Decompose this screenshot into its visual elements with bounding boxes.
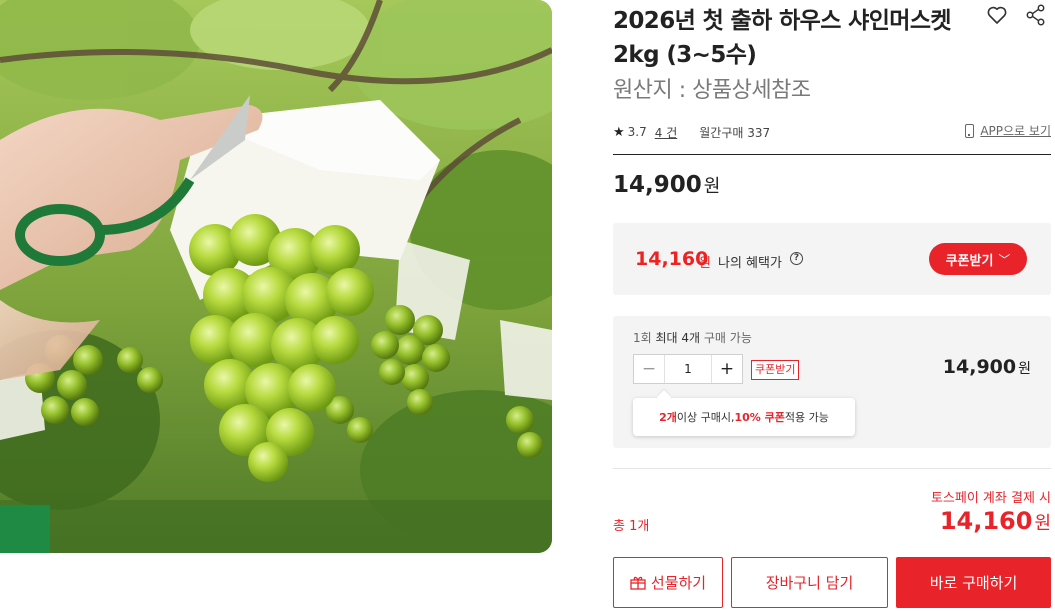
toss-pay-note: 토스페이 계좌 결제 시: [930, 491, 1051, 506]
action-buttons: 선물하기 장바구니 담기 바로 구매하기: [613, 557, 1051, 608]
info-icon[interactable]: ?: [790, 252, 803, 265]
limit-suffix: 구매 가능: [700, 331, 752, 345]
review-count-link[interactable]: 4 건: [655, 124, 678, 141]
product-image: [0, 0, 552, 553]
divider: [613, 468, 1051, 469]
divider: [613, 154, 1051, 155]
coupon-tag-button[interactable]: 쿠폰받기: [751, 360, 800, 380]
total-price: 14,160 원: [940, 507, 1051, 535]
rating-value: 3.7: [627, 125, 647, 139]
quantity-stepper: − 1 +: [633, 354, 743, 384]
total-price-amount: 14,160: [939, 507, 1033, 535]
tooltip-coupon: 10% 쿠폰: [734, 411, 785, 424]
tooltip-qty: 2개: [659, 411, 677, 424]
option-price-amount: 14,900: [942, 356, 1017, 378]
tooltip-text2: 적용 가능: [784, 411, 829, 424]
gift-button[interactable]: 선물하기: [613, 557, 723, 608]
monthly-purchases: 월간구매 337: [699, 125, 771, 140]
benefit-label: 나의 혜택가: [718, 256, 782, 271]
benefit-box: 14,160 원 나의 혜택가 ? 쿠폰받기 ﹀: [613, 223, 1051, 295]
quantity-input[interactable]: 1: [664, 355, 712, 383]
product-origin: 원산지 : 상품상세참조: [613, 78, 811, 103]
gift-icon: [630, 576, 646, 590]
product-info-panel: 2026년 첫 출하 하우스 샤인머스켓 2kg (3~5수) 원산지 : 상품…: [613, 0, 1051, 611]
star-icon: ★: [613, 124, 625, 140]
limit-max: 최대 4개: [655, 331, 701, 345]
coupon-tooltip: 2개 이상 구매시, 10% 쿠폰 적용 가능: [633, 398, 855, 436]
product-title: 2026년 첫 출하 하우스 샤인머스켓 2kg (3~5수): [613, 8, 952, 68]
quantity-plus-button[interactable]: +: [712, 355, 742, 383]
rating-row: ★ 3.7 4 건 월간구매 337 APP으로 보기: [613, 122, 1051, 142]
wishlist-heart-icon[interactable]: [985, 3, 1009, 27]
option-price: 14,900 원: [943, 356, 1031, 378]
purchase-limit-text: 1회 최대 4개 구매 가능: [633, 329, 752, 346]
get-coupon-button[interactable]: 쿠폰받기 ﹀: [929, 243, 1027, 275]
gift-label: 선물하기: [650, 574, 707, 592]
chevron-down-icon: ﹀: [998, 252, 1011, 267]
total-price-unit: 원: [1034, 513, 1051, 534]
benefit-unit: 원: [699, 256, 711, 271]
option-box: 1회 최대 4개 구매 가능 − 1 + 쿠폰받기 14,900 원 2개 이상 …: [613, 316, 1051, 448]
option-price-unit: 원: [1018, 361, 1031, 377]
app-view-label: APP으로 보기: [980, 124, 1051, 138]
price-unit: 원: [703, 176, 721, 197]
get-coupon-label: 쿠폰받기: [945, 253, 994, 269]
share-icon[interactable]: [1024, 3, 1048, 27]
buy-now-button[interactable]: 바로 구매하기: [896, 557, 1051, 608]
product-price: 14,900 원: [613, 172, 720, 198]
app-view-link[interactable]: APP으로 보기: [965, 122, 1051, 139]
benefit-price: 14,160: [635, 248, 709, 270]
limit-prefix: 1회: [633, 331, 656, 345]
quantity-minus-button[interactable]: −: [634, 355, 664, 383]
add-to-cart-button[interactable]: 장바구니 담기: [731, 557, 888, 608]
price-amount: 14,900: [613, 172, 702, 198]
total-count: 총 1개: [613, 519, 650, 534]
tooltip-text1: 이상 구매시,: [676, 411, 735, 424]
phone-icon: [965, 123, 975, 138]
